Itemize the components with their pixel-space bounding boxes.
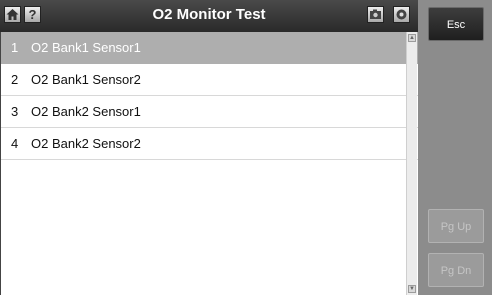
record-button[interactable]: [393, 6, 410, 23]
list-item-label: O2 Bank1 Sensor1: [31, 40, 141, 55]
list-item-label: O2 Bank2 Sensor1: [31, 104, 141, 119]
side-panel: Esc Pg Up Pg Dn: [418, 0, 492, 295]
list-item[interactable]: 4 O2 Bank2 Sensor2: [1, 128, 418, 160]
scroll-up-arrow-icon[interactable]: ▲: [408, 34, 416, 42]
app-window: ? O2 Monitor Test 1 O2 Bank1 Sensor1 2 O2 …: [0, 0, 492, 295]
list-item[interactable]: 3 O2 Bank2 Sensor1: [1, 96, 418, 128]
list-item-number: 3: [11, 104, 19, 119]
page-up-button[interactable]: Pg Up: [428, 209, 484, 243]
page-title: O2 Monitor Test: [152, 6, 266, 23]
list-item-number: 2: [11, 72, 19, 87]
sensor-list: 1 O2 Bank1 Sensor1 2 O2 Bank1 Sensor2 3 O2 …: [0, 32, 418, 295]
list-item[interactable]: 2 O2 Bank1 Sensor2: [1, 64, 418, 96]
list-item-label: O2 Bank1 Sensor2: [31, 72, 141, 87]
list-item[interactable]: 1 O2 Bank1 Sensor1: [1, 32, 418, 64]
record-icon: [396, 9, 407, 20]
scroll-down-arrow-icon[interactable]: ▼: [408, 285, 416, 293]
screenshot-button[interactable]: [367, 6, 384, 23]
list-item-label: O2 Bank2 Sensor2: [31, 136, 141, 151]
page-down-button[interactable]: Pg Dn: [428, 253, 484, 287]
camera-icon: [370, 9, 381, 19]
title-bar: ? O2 Monitor Test: [0, 0, 418, 32]
list-item-number: 4: [11, 136, 19, 151]
list-item-number: 1: [11, 40, 19, 55]
scrollbar[interactable]: ▲ ▼: [406, 32, 417, 295]
esc-button[interactable]: Esc: [428, 7, 484, 41]
